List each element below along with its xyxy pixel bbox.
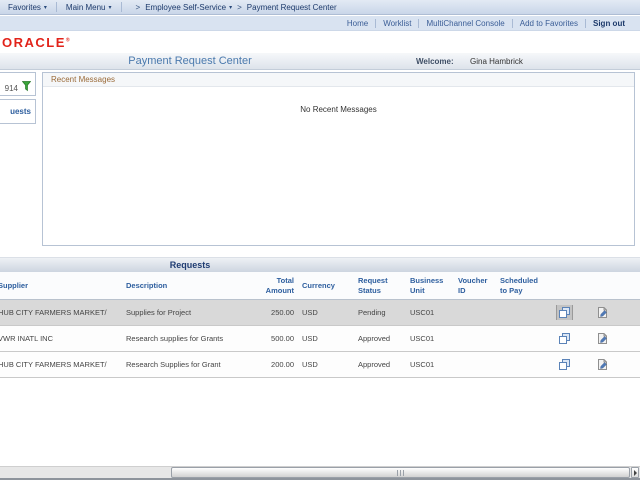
edit-request-icon[interactable]: [595, 331, 610, 346]
no-recent-messages-text: No Recent Messages: [43, 105, 634, 114]
welcome-label: Welcome:: [416, 57, 454, 66]
edit-request-icon[interactable]: [595, 357, 610, 372]
recent-messages-title: Recent Messages: [43, 73, 634, 87]
logo-row: ORACLE®: [0, 31, 640, 53]
breadcrumb-current-page-label: Payment Request Center: [247, 3, 337, 12]
cell-business-unit: USC01: [404, 334, 452, 343]
column-header-supplier[interactable]: Supplier: [0, 281, 120, 290]
cell-total-amount: 200.00: [256, 360, 296, 369]
breadcrumb-divider: [56, 2, 57, 12]
copy-request-icon[interactable]: [557, 357, 572, 372]
cell-description: Research Supplies for Grant: [120, 360, 256, 369]
breadcrumb-employee-self-service-label: Employee Self-Service: [145, 3, 226, 12]
cell-business-unit: USC01: [404, 308, 452, 317]
sidebar-requests-link[interactable]: uests: [0, 99, 36, 124]
cell-supplier: HUB CITY FARMERS MARKET/: [0, 308, 120, 317]
column-header-description[interactable]: Description: [120, 281, 256, 290]
link-divider: [375, 19, 376, 28]
link-divider: [512, 19, 513, 28]
horizontal-scrollbar[interactable]: [0, 466, 640, 480]
breadcrumb-employee-self-service[interactable]: Employee Self-Service ▾: [145, 3, 232, 12]
cell-currency: USD: [296, 334, 352, 343]
requests-table-header: Supplier Description Total Amount Curren…: [0, 272, 640, 300]
scroll-right-button[interactable]: [631, 467, 639, 478]
breadcrumb-current-page: Payment Request Center: [247, 3, 337, 12]
request-table-row[interactable]: VWR INATL INC Research supplies for Gran…: [0, 326, 640, 352]
breadcrumb-favorites[interactable]: Favorites ▾: [8, 3, 47, 12]
cell-request-status: Approved: [352, 334, 404, 343]
column-header-currency[interactable]: Currency: [296, 281, 352, 290]
breadcrumb: Favorites ▾ Main Menu ▾ > Employee Self-…: [0, 0, 640, 15]
cell-request-status: Approved: [352, 360, 404, 369]
scroll-right-arrow-icon: [634, 470, 637, 476]
chevron-down-icon: ▾: [109, 4, 112, 11]
requests-section-title: Requests: [0, 260, 380, 270]
breadcrumb-separator: >: [136, 3, 141, 12]
page-title-bar: Payment Request Center Welcome: Gina Ham…: [0, 53, 640, 70]
requests-rows: HUB CITY FARMERS MARKET/ Supplies for Pr…: [0, 300, 640, 378]
add-to-favorites-link[interactable]: Add to Favorites: [520, 19, 578, 28]
home-link[interactable]: Home: [347, 19, 368, 28]
link-divider: [585, 19, 586, 28]
breadcrumb-main-menu[interactable]: Main Menu ▾: [66, 3, 112, 12]
multichannel-console-link[interactable]: MultiChannel Console: [426, 19, 504, 28]
chevron-down-icon: ▾: [229, 4, 232, 11]
column-header-request-status[interactable]: Request Status: [352, 276, 404, 295]
cell-supplier: VWR INATL INC: [0, 334, 120, 343]
cell-supplier: HUB CITY FARMERS MARKET/: [0, 360, 120, 369]
sidebar-date-box: 914: [0, 72, 36, 96]
column-header-voucher-id[interactable]: Voucher ID: [452, 276, 494, 295]
page-title: Payment Request Center: [0, 55, 380, 67]
column-header-total-amount[interactable]: Total Amount: [256, 276, 296, 295]
cell-description: Supplies for Project: [120, 308, 256, 317]
breadcrumb-separator: >: [237, 3, 242, 12]
column-header-scheduled-to-pay[interactable]: Scheduled to Pay: [494, 276, 546, 295]
horizontal-scrollbar-thumb[interactable]: [171, 467, 630, 478]
user-name: Gina Hambrick: [470, 57, 523, 66]
link-divider: [418, 19, 419, 28]
sidebar-date-fragment: 914: [5, 84, 18, 93]
breadcrumb-divider: [121, 2, 122, 12]
requests-section-bar: Requests: [0, 257, 640, 272]
oracle-logo: ORACLE®: [2, 35, 70, 50]
column-header-business-unit[interactable]: Business Unit: [404, 276, 452, 295]
chevron-down-icon: ▾: [44, 4, 47, 11]
sidebar-requests-link-label: uests: [10, 107, 31, 116]
scrollbar-grip-icon: [397, 470, 405, 476]
cell-total-amount: 250.00: [256, 308, 296, 317]
filter-icon[interactable]: [21, 80, 32, 93]
recent-messages-panel: Recent Messages No Recent Messages: [42, 72, 635, 246]
request-table-row[interactable]: HUB CITY FARMERS MARKET/ Supplies for Pr…: [0, 300, 640, 326]
copy-request-icon[interactable]: [557, 305, 572, 320]
request-table-row[interactable]: HUB CITY FARMERS MARKET/ Research Suppli…: [0, 352, 640, 378]
cell-business-unit: USC01: [404, 360, 452, 369]
cell-description: Research supplies for Grants: [120, 334, 256, 343]
cell-currency: USD: [296, 360, 352, 369]
cell-request-status: Pending: [352, 308, 404, 317]
cell-total-amount: 500.00: [256, 334, 296, 343]
requests-table: Supplier Description Total Amount Curren…: [0, 272, 640, 378]
worklist-link[interactable]: Worklist: [383, 19, 411, 28]
breadcrumb-main-menu-label: Main Menu: [66, 3, 106, 12]
sign-out-link[interactable]: Sign out: [593, 19, 625, 28]
cell-currency: USD: [296, 308, 352, 317]
edit-request-icon[interactable]: [595, 305, 610, 320]
breadcrumb-favorites-label: Favorites: [8, 3, 41, 12]
copy-request-icon[interactable]: [557, 331, 572, 346]
header-links-bar: Home Worklist MultiChannel Console Add t…: [0, 16, 640, 31]
